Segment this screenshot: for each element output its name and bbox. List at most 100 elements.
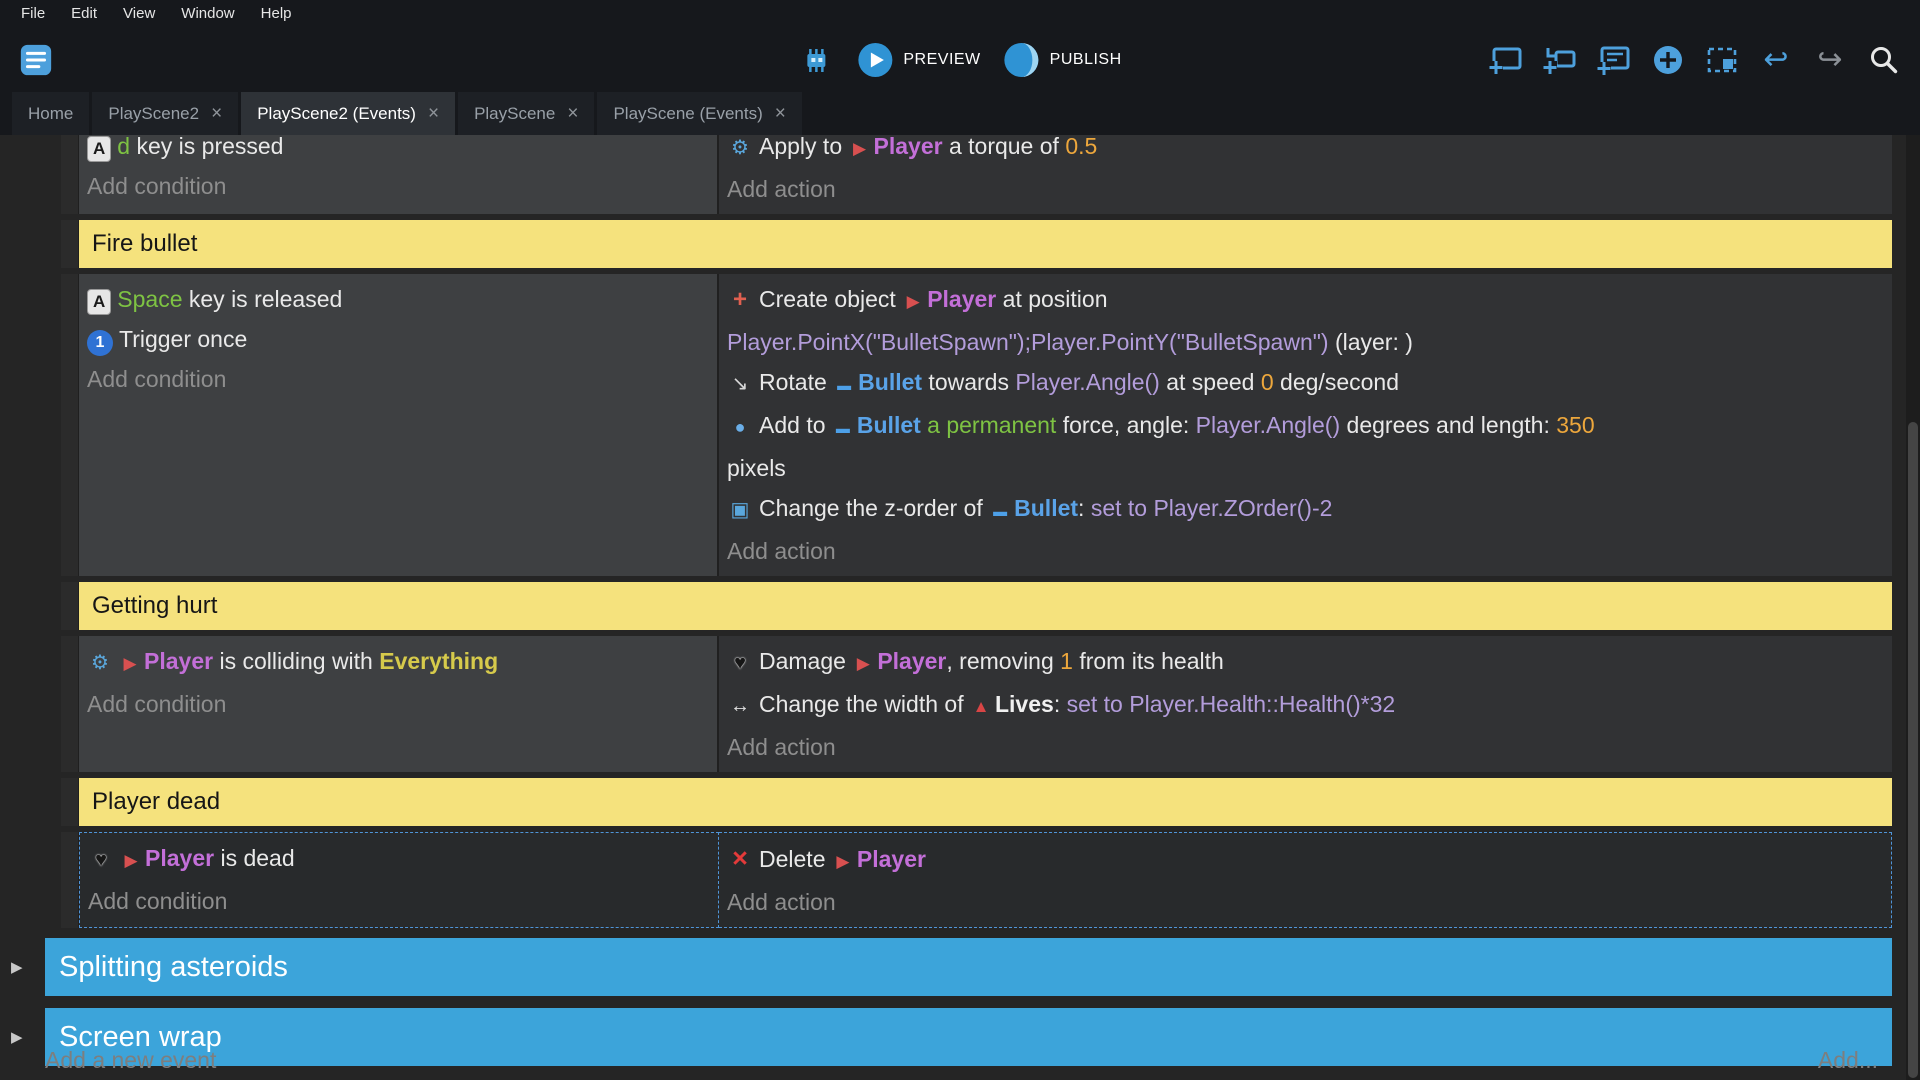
event-drag-handle[interactable] (61, 778, 79, 826)
action-line[interactable]: ⚙Apply to ▶Player a torque of 0.5 (727, 135, 1882, 169)
comment-row: Getting hurt (61, 582, 1892, 630)
text-segment: 350 (1556, 412, 1594, 438)
bullet-icon: ▬ (989, 491, 1011, 531)
publish-button[interactable]: PUBLISH (1003, 41, 1122, 79)
text-segment: Bullet (1014, 495, 1078, 521)
scrollbar-thumb[interactable] (1908, 422, 1918, 1078)
comment-row: Fire bullet (61, 220, 1892, 268)
preview-button[interactable]: PREVIEW (856, 41, 980, 79)
add-condition-button[interactable]: Add condition (87, 359, 707, 399)
undo-icon: ↩ (1763, 42, 1788, 78)
undo-button[interactable]: ↩ (1758, 42, 1794, 78)
actions-cell: ×Delete ▶PlayerAdd action (719, 832, 1892, 928)
scene-editor-button[interactable] (1704, 42, 1740, 78)
tab-label: PlayScene2 (108, 104, 199, 124)
tab-close-icon[interactable]: × (567, 103, 578, 125)
menu-edit[interactable]: Edit (58, 0, 110, 27)
tab-playscene2[interactable]: PlayScene2 × (92, 92, 238, 135)
player-icon: ▶ (902, 282, 924, 322)
debugger-icon[interactable] (798, 42, 834, 78)
search-icon (1867, 43, 1901, 77)
text-segment: at speed (1160, 369, 1261, 395)
action-line[interactable]: ▣Change the z-order of ▬Bullet: set to P… (727, 488, 1882, 531)
add-new-event-button[interactable]: Add a new event (45, 1047, 216, 1074)
condition-line[interactable]: ♥▶Player is dead (88, 838, 708, 881)
event-drag-handle[interactable] (61, 832, 79, 928)
menu-file[interactable]: File (8, 0, 58, 27)
tab-playscene2-events[interactable]: PlayScene2 (Events)× (241, 92, 455, 135)
condition-line[interactable]: ASpace key is released (87, 279, 707, 319)
menu-window[interactable]: Window (168, 0, 247, 27)
event-row: Ad key is pressedAdd condition ⚙Apply to … (61, 135, 1892, 214)
text-segment: : (1078, 495, 1091, 521)
rotate-icon: ↘ (727, 364, 753, 404)
tab-playscene-events[interactable]: PlayScene (Events)× (597, 92, 801, 135)
condition-line[interactable]: ⚙▶Player is colliding with Everything (87, 641, 707, 684)
condition-line[interactable]: Ad key is pressed (87, 135, 707, 166)
text-segment: towards (922, 369, 1015, 395)
event-drag-handle[interactable] (61, 220, 79, 268)
text-segment: Delete (759, 846, 832, 872)
trigger-once-icon: 1 (87, 330, 113, 356)
action-line[interactable]: ♥Damage ▶Player, removing 1 from its hea… (727, 641, 1882, 684)
conditions-cell: ♥▶Player is deadAdd condition (79, 832, 719, 928)
search-button[interactable] (1866, 42, 1902, 78)
action-line[interactable]: ●Add to ▬Bullet a permanent force, angle… (727, 405, 1882, 488)
comment-player-dead[interactable]: Player dead (79, 778, 1892, 826)
action-line[interactable]: ↔Change the width of ▲Lives: set to Play… (727, 684, 1882, 727)
comment-getting-hurt[interactable]: Getting hurt (79, 582, 1892, 630)
event-drag-handle[interactable] (61, 582, 79, 630)
add-condition-button[interactable]: Add condition (88, 881, 708, 921)
redo-button[interactable]: ↪ (1812, 42, 1848, 78)
event-drag-handle[interactable] (61, 135, 79, 214)
width-icon: ↔ (727, 686, 753, 726)
text-segment: key is pressed (130, 135, 283, 159)
row-wrap: Ad key is pressedAdd condition ⚙Apply to … (61, 135, 1892, 214)
action-line[interactable]: ×Delete ▶Player (727, 838, 1881, 882)
group-collapse-icon[interactable]: ▶ (11, 958, 23, 976)
player-icon: ▶ (832, 842, 854, 882)
add-event-button[interactable] (1488, 42, 1524, 78)
text-segment: Rotate (759, 369, 833, 395)
text-segment: Lives (995, 691, 1054, 717)
add-button[interactable]: Add... (1818, 1047, 1878, 1074)
events-rows: Ad key is pressedAdd condition⚙Apply to … (61, 135, 1892, 1066)
add-action-button[interactable]: Add action (727, 727, 1882, 767)
add-other-event-button[interactable] (1650, 42, 1686, 78)
text-segment: deg/second (1274, 369, 1399, 395)
add-action-button[interactable]: Add action (727, 169, 1882, 209)
add-comment-button[interactable] (1596, 42, 1632, 78)
add-action-button[interactable]: Add action (727, 531, 1882, 571)
event-drag-handle[interactable] (61, 636, 79, 772)
tab-close-icon[interactable]: × (775, 103, 786, 125)
comment-fire-bullet[interactable]: Fire bullet (79, 220, 1892, 268)
text-segment: Damage (759, 648, 852, 674)
text-segment: , removing (946, 648, 1060, 674)
add-action-button[interactable]: Add action (727, 882, 1881, 922)
keyboard-key-icon: A (87, 289, 111, 315)
group-splitting-asteroids[interactable]: Splitting asteroids (45, 938, 1892, 996)
action-line[interactable]: ↘Rotate ▬Bullet towards Player.Angle() a… (727, 362, 1882, 405)
tab-close-icon[interactable]: × (428, 103, 439, 125)
text-segment: Player (874, 135, 943, 159)
group-collapse-icon[interactable]: ▶ (11, 1028, 23, 1046)
add-condition-button[interactable]: Add condition (87, 166, 707, 206)
action-line[interactable]: +Create object ▶Player at position Playe… (727, 279, 1882, 362)
gdevelop-logo-icon (18, 41, 54, 79)
menu-help[interactable]: Help (248, 0, 305, 27)
row-wrap: ⚙▶Player is colliding with EverythingAdd… (61, 636, 1892, 772)
condition-line[interactable]: 1Trigger once (87, 319, 707, 359)
project-manager-button[interactable] (18, 42, 54, 78)
add-condition-button[interactable]: Add condition (87, 684, 707, 724)
add-subevent-button[interactable] (1542, 42, 1578, 78)
tab-playscene[interactable]: PlayScene× (458, 92, 594, 135)
tab-home[interactable]: Home (12, 92, 89, 135)
vertical-scrollbar[interactable] (1906, 135, 1920, 1080)
menu-view[interactable]: View (110, 0, 168, 27)
zorder-icon: ▣ (727, 490, 753, 530)
text-segment: Player (144, 648, 213, 674)
row-wrap: Getting hurt (61, 582, 1892, 630)
event-drag-handle[interactable] (61, 274, 79, 576)
tab-close-icon[interactable]: × (211, 103, 222, 125)
row-wrap: ▶Splitting asteroids (61, 938, 1892, 996)
